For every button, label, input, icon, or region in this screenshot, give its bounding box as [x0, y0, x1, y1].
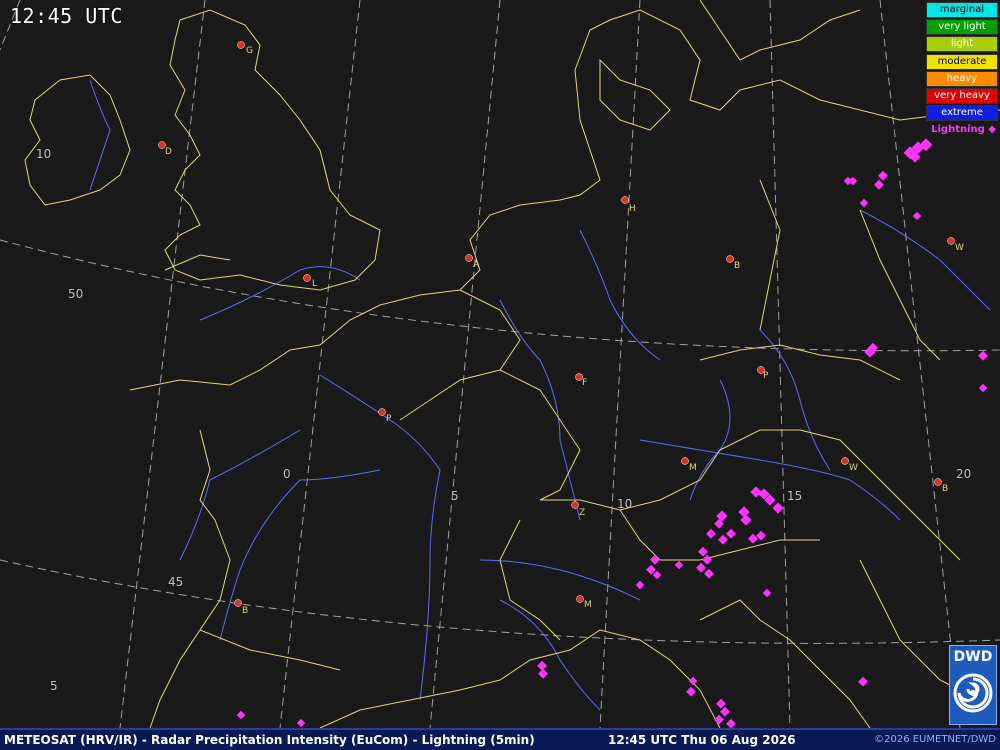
svg-text:P: P [763, 371, 769, 381]
grid-label-lon: 5 [451, 489, 459, 503]
map-time-label: 12:45 UTC [10, 4, 123, 28]
svg-text:M: M [584, 600, 592, 610]
grid-label-lat: 10 [36, 147, 51, 161]
dwd-swirl-icon [953, 673, 993, 713]
dwd-logo: DWD [949, 645, 997, 725]
legend-item-light: light [926, 36, 998, 53]
map-background [0, 0, 1000, 728]
legend-item-heavy: heavy [926, 70, 998, 87]
grid-label-lon: 20 [956, 467, 971, 481]
grid-label-lat: 45 [168, 575, 183, 589]
dwd-logo-text: DWD [953, 649, 993, 665]
svg-text:L: L [312, 279, 317, 289]
svg-text:Z: Z [579, 508, 585, 518]
grid-label-lat: 5 [50, 679, 58, 693]
svg-text:B: B [734, 261, 740, 271]
svg-text:W: W [955, 243, 964, 253]
grid-label-lon: 10 [617, 497, 632, 511]
grid-label-lon: 15 [787, 489, 802, 503]
product-description: METEOSAT (HRV/IR) - Radar Precipitation … [4, 733, 535, 747]
svg-text:B: B [242, 606, 248, 616]
svg-text:H: H [629, 204, 636, 214]
legend-item-very-light: very light [926, 19, 998, 36]
svg-text:W: W [849, 463, 858, 473]
svg-text:F: F [582, 378, 587, 388]
lightning-icon: ◆ [988, 124, 996, 136]
legend-item-extreme: extreme [926, 105, 998, 122]
legend-item-very-heavy: very heavy [926, 87, 998, 104]
svg-text:A: A [473, 260, 480, 270]
legend-item-lightning: Lightning ◆ [926, 122, 998, 137]
valid-time: 12:45 UTC Thu 06 Aug 2026 [608, 733, 796, 747]
weather-map-viewer: 10 50 45 5 0 5 10 15 20 G D L A H B W P … [0, 0, 1000, 750]
legend-item-marginal: marginal [926, 2, 998, 18]
precipitation-legend: marginal very light light moderate heavy… [926, 2, 998, 137]
svg-text:M: M [689, 463, 697, 473]
svg-text:P: P [386, 414, 392, 424]
status-bar: METEOSAT (HRV/IR) - Radar Precipitation … [0, 728, 1000, 750]
svg-text:D: D [165, 147, 172, 157]
grid-label-lat: 50 [68, 287, 83, 301]
grid-label-lon: 0 [283, 467, 291, 481]
copyright: ©2026 EUMETNET/DWD [874, 734, 996, 745]
svg-text:G: G [246, 46, 253, 56]
legend-lightning-label: Lightning [931, 124, 985, 136]
map-canvas[interactable]: 10 50 45 5 0 5 10 15 20 G D L A H B W P … [0, 0, 1000, 728]
svg-text:B: B [942, 484, 948, 494]
legend-item-moderate: moderate [926, 53, 998, 70]
